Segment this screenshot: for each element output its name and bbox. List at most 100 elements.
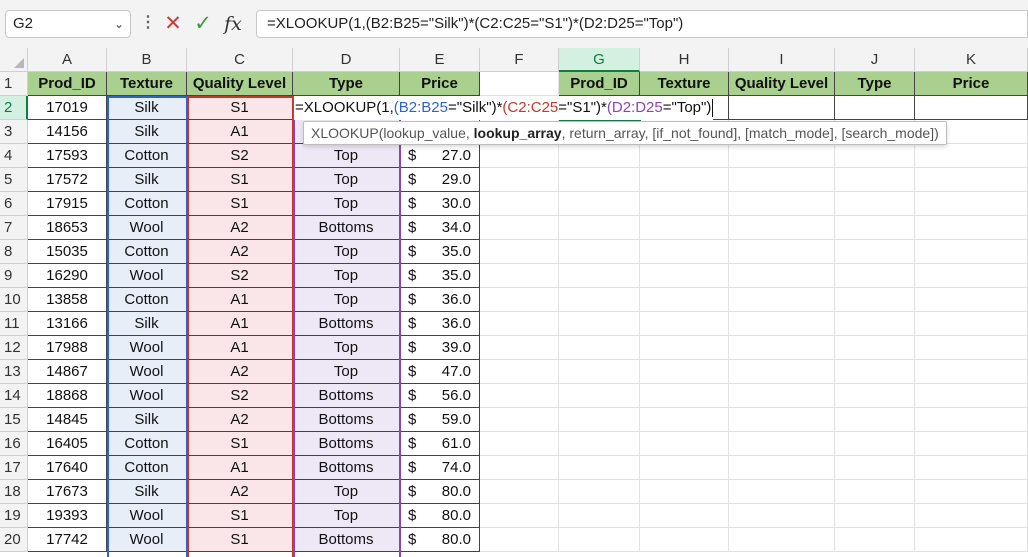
cell[interactable]: [559, 288, 640, 312]
cell[interactable]: [640, 408, 729, 432]
cell[interactable]: [915, 288, 1028, 312]
quality-cell[interactable]: A1: [187, 288, 293, 312]
lookup-cell[interactable]: [915, 96, 1028, 120]
header-texture[interactable]: Texture: [107, 72, 187, 96]
type-cell[interactable]: Bottoms: [293, 456, 400, 480]
type-cell[interactable]: Top: [293, 144, 400, 168]
cell[interactable]: [835, 480, 915, 504]
cell[interactable]: [559, 504, 640, 528]
cell[interactable]: [729, 264, 835, 288]
type-cell[interactable]: Bottoms: [293, 408, 400, 432]
price-cell[interactable]: $34.0: [400, 216, 480, 240]
cell[interactable]: [915, 360, 1028, 384]
type-cell[interactable]: Bottoms: [293, 216, 400, 240]
cell[interactable]: [915, 432, 1028, 456]
cell[interactable]: [729, 240, 835, 264]
texture-cell[interactable]: Wool: [107, 384, 187, 408]
chevron-down-icon[interactable]: ⌄: [114, 11, 124, 37]
cell[interactable]: [729, 288, 835, 312]
texture-cell[interactable]: Silk: [107, 480, 187, 504]
prod-id-cell[interactable]: 14867: [28, 360, 107, 384]
cell[interactable]: [480, 432, 559, 456]
cell[interactable]: [640, 168, 729, 192]
function-signature-tooltip[interactable]: XLOOKUP(lookup_value, lookup_array, retu…: [303, 121, 947, 145]
row-header[interactable]: 16: [0, 432, 28, 456]
prod-id-cell[interactable]: 17019: [28, 96, 107, 120]
cell[interactable]: [480, 144, 559, 168]
cell[interactable]: [729, 528, 835, 552]
quality-cell[interactable]: A2: [187, 240, 293, 264]
formula-input[interactable]: =XLOOKUP(1,(B2:B25="Silk")*(C2:C25="S1")…: [256, 10, 1028, 38]
cell[interactable]: [640, 240, 729, 264]
quality-cell[interactable]: A1: [187, 336, 293, 360]
price-cell[interactable]: $59.0: [400, 408, 480, 432]
price-cell[interactable]: $80.0: [400, 480, 480, 504]
texture-cell[interactable]: Wool: [107, 360, 187, 384]
cell[interactable]: [835, 144, 915, 168]
cell[interactable]: [729, 432, 835, 456]
cell[interactable]: [729, 384, 835, 408]
cell[interactable]: [640, 312, 729, 336]
row-header[interactable]: 15: [0, 408, 28, 432]
column-header-a[interactable]: A: [28, 48, 107, 72]
cell[interactable]: [559, 216, 640, 240]
cell[interactable]: [915, 192, 1028, 216]
cell[interactable]: [559, 360, 640, 384]
cell[interactable]: [835, 504, 915, 528]
row-header[interactable]: 13: [0, 360, 28, 384]
cell[interactable]: [915, 528, 1028, 552]
cell[interactable]: [729, 408, 835, 432]
quality-cell[interactable]: S1: [187, 528, 293, 552]
prod-id-cell[interactable]: 14156: [28, 120, 107, 144]
prod-id-cell[interactable]: 19393: [28, 504, 107, 528]
row-header[interactable]: 8: [0, 240, 28, 264]
cell[interactable]: [559, 240, 640, 264]
prod-id-cell[interactable]: 16405: [28, 432, 107, 456]
quality-cell[interactable]: S1: [187, 432, 293, 456]
cell[interactable]: [835, 384, 915, 408]
cell[interactable]: [835, 288, 915, 312]
prod-id-cell[interactable]: 13166: [28, 312, 107, 336]
texture-cell[interactable]: Silk: [107, 120, 187, 144]
cell[interactable]: [835, 168, 915, 192]
lookup-header-quality-level[interactable]: Quality Level: [729, 72, 835, 96]
column-header-c[interactable]: C: [187, 48, 293, 72]
cell[interactable]: [480, 408, 559, 432]
cell[interactable]: [835, 456, 915, 480]
texture-cell[interactable]: Silk: [107, 96, 187, 120]
price-cell[interactable]: $56.0: [400, 384, 480, 408]
cell[interactable]: [480, 264, 559, 288]
price-cell[interactable]: $47.0: [400, 360, 480, 384]
price-cell[interactable]: $35.0: [400, 240, 480, 264]
cell[interactable]: [915, 144, 1028, 168]
cell[interactable]: [915, 456, 1028, 480]
cell[interactable]: [729, 456, 835, 480]
cell[interactable]: [480, 312, 559, 336]
select-all-button[interactable]: [0, 48, 28, 72]
column-header-e[interactable]: E: [400, 48, 480, 72]
row-header[interactable]: 20: [0, 528, 28, 552]
cell[interactable]: [835, 336, 915, 360]
quality-cell[interactable]: S2: [187, 264, 293, 288]
cell[interactable]: [915, 168, 1028, 192]
cell[interactable]: [559, 144, 640, 168]
cell[interactable]: [480, 168, 559, 192]
row-header[interactable]: 2: [0, 96, 28, 120]
lookup-header-type[interactable]: Type: [835, 72, 915, 96]
enter-check-icon[interactable]: ✓: [190, 10, 216, 38]
column-header-j[interactable]: J: [835, 48, 915, 72]
row-header[interactable]: 11: [0, 312, 28, 336]
cell[interactable]: [480, 456, 559, 480]
quality-cell[interactable]: S1: [187, 96, 293, 120]
cell[interactable]: [480, 360, 559, 384]
prod-id-cell[interactable]: 18653: [28, 216, 107, 240]
cell[interactable]: [480, 528, 559, 552]
column-header-h[interactable]: H: [640, 48, 729, 72]
cell[interactable]: [480, 288, 559, 312]
cell[interactable]: [640, 528, 729, 552]
type-cell[interactable]: Bottoms: [293, 528, 400, 552]
quality-cell[interactable]: A2: [187, 408, 293, 432]
cell[interactable]: [480, 504, 559, 528]
cell[interactable]: [640, 216, 729, 240]
in-cell-formula[interactable]: =XLOOKUP(1,(B2:B25="Silk")*(C2:C25="S1")…: [294, 96, 714, 120]
